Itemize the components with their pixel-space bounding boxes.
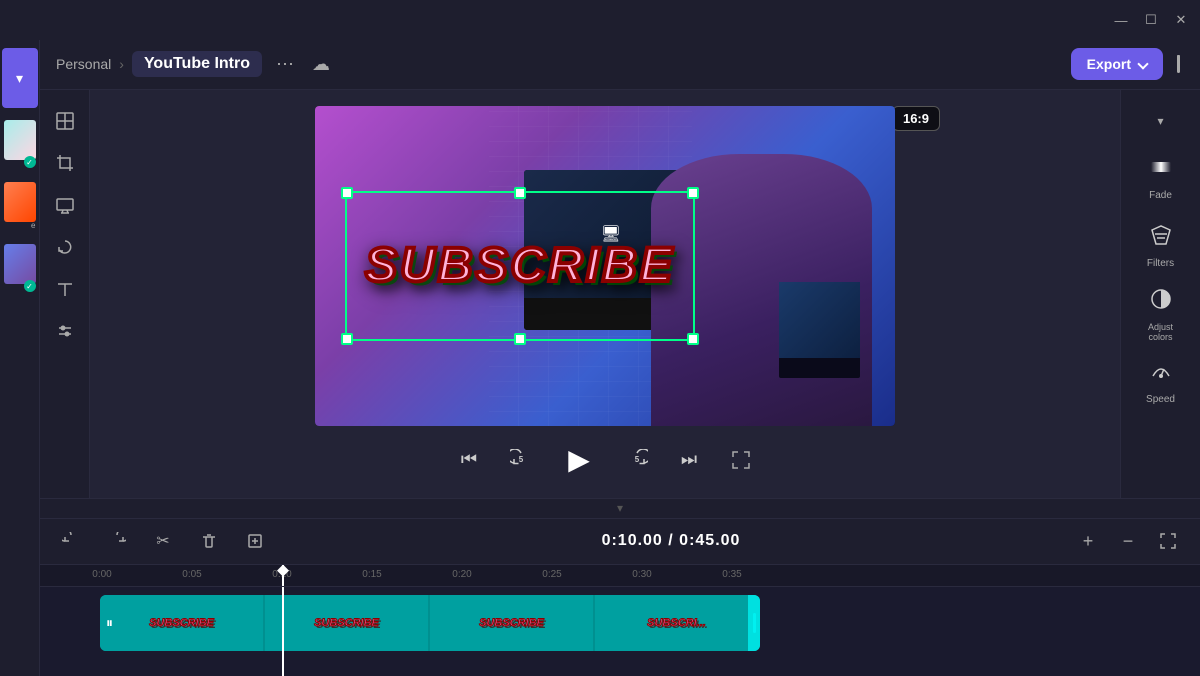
playback-controls: ⏮ 5 ▶ 5 xyxy=(453,438,757,482)
adjust-colors-tool[interactable]: Adjust colors xyxy=(1131,284,1191,344)
delete-button[interactable] xyxy=(194,526,224,556)
chevron-down-icon: ▾ xyxy=(16,70,23,87)
ruler-mark-3: 0:15 xyxy=(362,569,381,580)
sidebar-item-thumb-3[interactable]: ✓ xyxy=(2,234,38,294)
filters-icon xyxy=(1148,222,1174,254)
header-menu-button[interactable]: ⋯ xyxy=(272,50,298,79)
ruler-mark-5: 0:25 xyxy=(542,569,561,580)
timeline-track[interactable]: ⏸ SUBSCRIBE SUBSCRIBE SUBSCRIBE SUBSCRI.… xyxy=(100,595,760,651)
track-clip-2[interactable]: SUBSCRIBE xyxy=(430,595,595,651)
ruler-mark-1: 0:05 xyxy=(182,569,201,580)
breadcrumb: Personal › YouTube Intro xyxy=(56,51,262,77)
zoom-out-button[interactable]: − xyxy=(1112,525,1144,557)
speed-tool[interactable]: Speed xyxy=(1131,352,1191,412)
sidebar-item-thumb-1[interactable]: ✓ xyxy=(2,110,38,170)
ruler-mark-4: 0:20 xyxy=(452,569,471,580)
scroll-indicator: ▾ xyxy=(40,499,1200,519)
fullscreen-button[interactable] xyxy=(725,444,757,476)
track-clip-0[interactable]: SUBSCRIBE xyxy=(100,595,265,651)
playhead-ruler xyxy=(282,565,284,587)
thumbnail-2 xyxy=(4,182,36,222)
right-panel-scroll-down[interactable]: ▾ xyxy=(1146,106,1176,136)
rewind-button[interactable]: 5 xyxy=(505,444,537,476)
sidebar-item-first[interactable]: ▾ xyxy=(2,48,38,108)
track-end-handle[interactable] xyxy=(748,595,760,651)
editor-area: 16:9 🖥 xyxy=(40,90,1200,498)
speed-label: Speed xyxy=(1146,394,1175,405)
adjust-colors-label: Adjust colors xyxy=(1137,322,1185,342)
track-clip-3[interactable]: SUBSCRI... xyxy=(595,595,760,651)
subscribe-text-wrapper: SUBSCRIBE xyxy=(345,191,695,341)
export-label: Export xyxy=(1087,56,1131,72)
speed-icon xyxy=(1148,358,1174,390)
export-button[interactable]: Export xyxy=(1071,48,1163,80)
timeline-actions: + − xyxy=(1072,525,1184,557)
left-sidebar: ▾ ✓ e ✓ xyxy=(0,40,40,676)
breadcrumb-current: YouTube Intro xyxy=(132,51,262,77)
maximize-button[interactable]: ☐ xyxy=(1144,13,1158,27)
fade-tool[interactable]: Fade xyxy=(1131,148,1191,208)
right-panel-toggle[interactable] xyxy=(1173,51,1184,77)
fade-icon xyxy=(1148,154,1174,186)
undo-button[interactable] xyxy=(56,526,86,556)
tool-panel xyxy=(40,90,90,498)
scroll-down-icon[interactable]: ▾ xyxy=(617,501,623,515)
play-button[interactable]: ▶ xyxy=(557,438,601,482)
app-layout: ▾ ✓ e ✓ Personal › YouTube Intro ⋯ ☁ xyxy=(0,40,1200,676)
video-preview[interactable]: 🖥 xyxy=(315,106,895,426)
subscribe-text: SUBSCRIBE xyxy=(365,238,675,293)
sidebar-item-thumb-2[interactable]: e xyxy=(2,172,38,232)
adjust-colors-icon xyxy=(1148,286,1174,318)
close-button[interactable]: ✕ xyxy=(1174,13,1188,27)
secondary-monitor xyxy=(779,282,860,378)
transform-tool[interactable] xyxy=(46,102,84,140)
timeline-track-area: ⏸ SUBSCRIBE SUBSCRIBE SUBSCRIBE SUBSCRI.… xyxy=(40,587,1200,676)
crop-tool[interactable] xyxy=(46,144,84,182)
expand-button[interactable] xyxy=(1152,525,1184,557)
main-content: Personal › YouTube Intro ⋯ ☁ Export xyxy=(40,40,1200,676)
time-display: 0:10.00 / 0:45.00 xyxy=(286,532,1056,550)
handle-bar xyxy=(753,613,756,633)
canvas-area: 16:9 🖥 xyxy=(90,90,1120,498)
minimize-button[interactable]: — xyxy=(1114,13,1128,27)
cut-button[interactable]: ✂ xyxy=(148,526,178,556)
check-badge-1: ✓ xyxy=(24,156,36,168)
filters-tool[interactable]: Filters xyxy=(1131,216,1191,276)
video-background: 🖥 xyxy=(315,106,895,426)
track-pause-icon: ⏸ xyxy=(106,614,113,631)
track-inner: SUBSCRIBE SUBSCRIBE SUBSCRIBE SUBSCRI... xyxy=(100,595,760,651)
ruler-mark-7: 0:35 xyxy=(722,569,741,580)
playhead-line xyxy=(282,587,284,676)
rotate-tool[interactable] xyxy=(46,228,84,266)
screen-tool[interactable] xyxy=(46,186,84,224)
export-dropdown-icon xyxy=(1137,59,1148,70)
fade-label: Fade xyxy=(1149,190,1172,201)
breadcrumb-personal[interactable]: Personal xyxy=(56,56,111,72)
filters-label: Filters xyxy=(1147,258,1174,269)
forward-button[interactable]: 5 xyxy=(621,444,653,476)
aspect-ratio-badge[interactable]: 16:9 xyxy=(892,106,940,131)
add-clip-button[interactable] xyxy=(240,526,270,556)
timeline-area: ▾ ✂ xyxy=(40,498,1200,676)
ruler-mark-0: 0:00 xyxy=(92,569,111,580)
titlebar: — ☐ ✕ xyxy=(0,0,1200,40)
timeline-ruler: 0:00 0:05 0:10 0:15 0:20 0:25 0:30 0:35 xyxy=(40,565,1200,587)
thumbnail-1 xyxy=(4,120,36,160)
breadcrumb-separator: › xyxy=(119,56,124,72)
track-clip-1[interactable]: SUBSCRIBE xyxy=(265,595,430,651)
timeline-toolbar: ✂ 0:10.00 / 0:45.00 xyxy=(40,519,1200,565)
skip-back-button[interactable]: ⏮ xyxy=(453,444,485,476)
zoom-in-button[interactable]: + xyxy=(1072,525,1104,557)
header: Personal › YouTube Intro ⋯ ☁ Export xyxy=(40,40,1200,90)
right-panel: ▾ xyxy=(1120,90,1200,498)
text-tool[interactable] xyxy=(46,270,84,308)
thumbnail-3 xyxy=(4,244,36,284)
redo-button[interactable] xyxy=(102,526,132,556)
cloud-sync-button[interactable]: ☁ xyxy=(308,50,334,79)
ruler-mark-6: 0:30 xyxy=(632,569,651,580)
skip-forward-button[interactable]: ⏭ xyxy=(673,444,705,476)
adjust-tool[interactable] xyxy=(46,312,84,350)
check-badge-3: ✓ xyxy=(24,280,36,292)
subscribe-sticker[interactable]: SUBSCRIBE xyxy=(345,191,695,341)
